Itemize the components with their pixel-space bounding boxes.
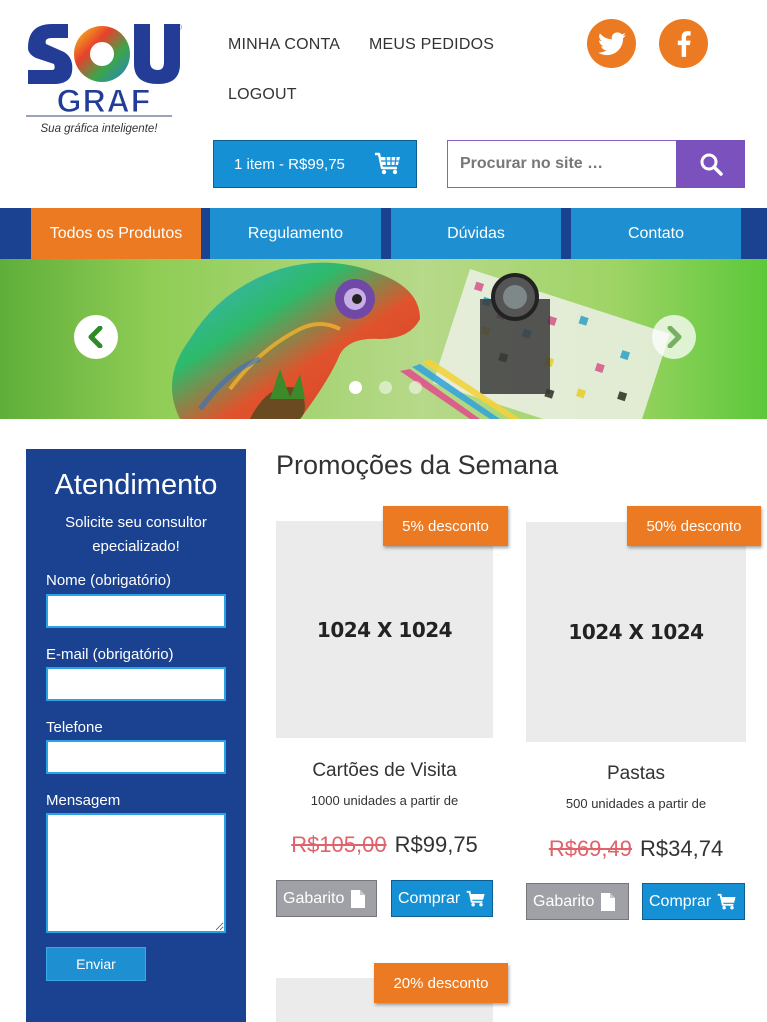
carousel-next-button[interactable] — [652, 315, 696, 359]
contact-form-subtitle: Solicite seu consultor epecializado! — [65, 514, 207, 555]
contact-form-title: Atendimento — [54, 469, 218, 501]
name-field[interactable] — [46, 594, 226, 628]
new-price: R$34,74 — [640, 836, 724, 861]
logo-tagline: Sua gráfica inteligente! — [41, 123, 159, 135]
carousel-dot-1[interactable] — [349, 381, 362, 394]
discount-badge: 50% desconto — [627, 506, 761, 546]
name-label: Nome (obrigatório) — [46, 572, 172, 589]
product-image[interactable]: 1024 X 1024 — [276, 521, 493, 738]
promotions-title: Promoções da Semana — [276, 450, 559, 480]
cart-label: 1 item - R$99,75 — [234, 155, 345, 173]
buy-label: Comprar — [398, 889, 461, 907]
nav-duvidas[interactable]: Dúvidas — [391, 208, 561, 259]
product-image[interactable]: 1024 X 1024 — [526, 522, 746, 742]
logo-graf-text: GRAF — [57, 83, 152, 119]
buy-button[interactable]: Comprar — [391, 880, 493, 917]
cart-button[interactable]: 1 item - R$99,75 — [213, 140, 417, 188]
buy-label: Comprar — [649, 892, 712, 910]
product-name[interactable]: Cartões de Visita — [276, 760, 493, 782]
search-input[interactable] — [447, 140, 676, 188]
phone-field[interactable] — [46, 740, 226, 774]
nav-todos-os-produtos[interactable]: Todos os Produtos — [31, 208, 201, 259]
product-name[interactable]: Pastas — [526, 763, 746, 785]
sougraf-logo[interactable]: ® GRAF Sua gráfica inteligente! — [24, 18, 186, 138]
product-desc: 500 unidades a partir de — [565, 796, 707, 811]
link-meus-pedidos[interactable]: MEUS PEDIDOS — [369, 36, 494, 54]
discount-badge: 5% desconto — [383, 506, 508, 546]
nav-regulamento[interactable]: Regulamento — [210, 208, 381, 259]
page: ® GRAF Sua gráfica inteligente! MINHA CO… — [0, 0, 767, 1022]
link-logout[interactable]: LOGOUT — [228, 86, 297, 104]
carousel-prev-button[interactable] — [74, 315, 118, 359]
product-desc: 1000 unidades a partir de — [310, 793, 459, 808]
send-button[interactable]: Enviar — [46, 947, 146, 981]
chevron-left-icon — [88, 326, 103, 348]
discount-badge: 20% desconto — [374, 963, 508, 1003]
hero-banner[interactable] — [0, 259, 767, 419]
nav-contato[interactable]: Contato — [571, 208, 741, 259]
gabarito-button[interactable]: Gabarito — [276, 880, 377, 917]
registered-mark: ® — [176, 23, 182, 32]
product-price: R$69,49 R$34,74 — [526, 836, 746, 862]
email-field[interactable] — [46, 667, 226, 701]
file-icon — [601, 892, 616, 911]
main-nav: Todos os Produtos Regulamento Dúvidas Co… — [0, 208, 767, 259]
carousel-dot-3[interactable] — [409, 381, 422, 394]
contact-form: Atendimento Solicite seu consultor epeci… — [26, 449, 246, 1022]
search-icon — [700, 153, 723, 176]
carousel-dot-2[interactable] — [379, 381, 392, 394]
phone-label: Telefone — [46, 719, 103, 736]
chevron-right-icon — [667, 326, 682, 348]
new-price: R$99,75 — [394, 832, 478, 857]
cart-icon — [375, 152, 400, 175]
twitter-button[interactable] — [587, 19, 636, 68]
cart-icon — [466, 890, 485, 906]
buy-button[interactable]: Comprar — [642, 883, 745, 920]
link-minha-conta[interactable]: MINHA CONTA — [228, 36, 340, 54]
product-price: R$105,00 R$99,75 — [276, 832, 493, 858]
file-icon — [351, 889, 366, 908]
gabarito-label: Gabarito — [283, 889, 345, 907]
gabarito-label: Gabarito — [533, 892, 595, 910]
facebook-button[interactable] — [659, 19, 708, 68]
old-price: R$69,49 — [548, 836, 632, 861]
email-label: E-mail (obrigatório) — [46, 646, 174, 663]
message-label: Mensagem — [46, 792, 121, 809]
old-price: R$105,00 — [291, 832, 387, 857]
facebook-icon — [677, 30, 691, 57]
gabarito-button[interactable]: Gabarito — [526, 883, 629, 920]
search-button[interactable] — [676, 140, 745, 188]
twitter-icon — [597, 31, 626, 55]
cart-icon — [717, 893, 736, 909]
message-field[interactable] — [46, 813, 226, 933]
